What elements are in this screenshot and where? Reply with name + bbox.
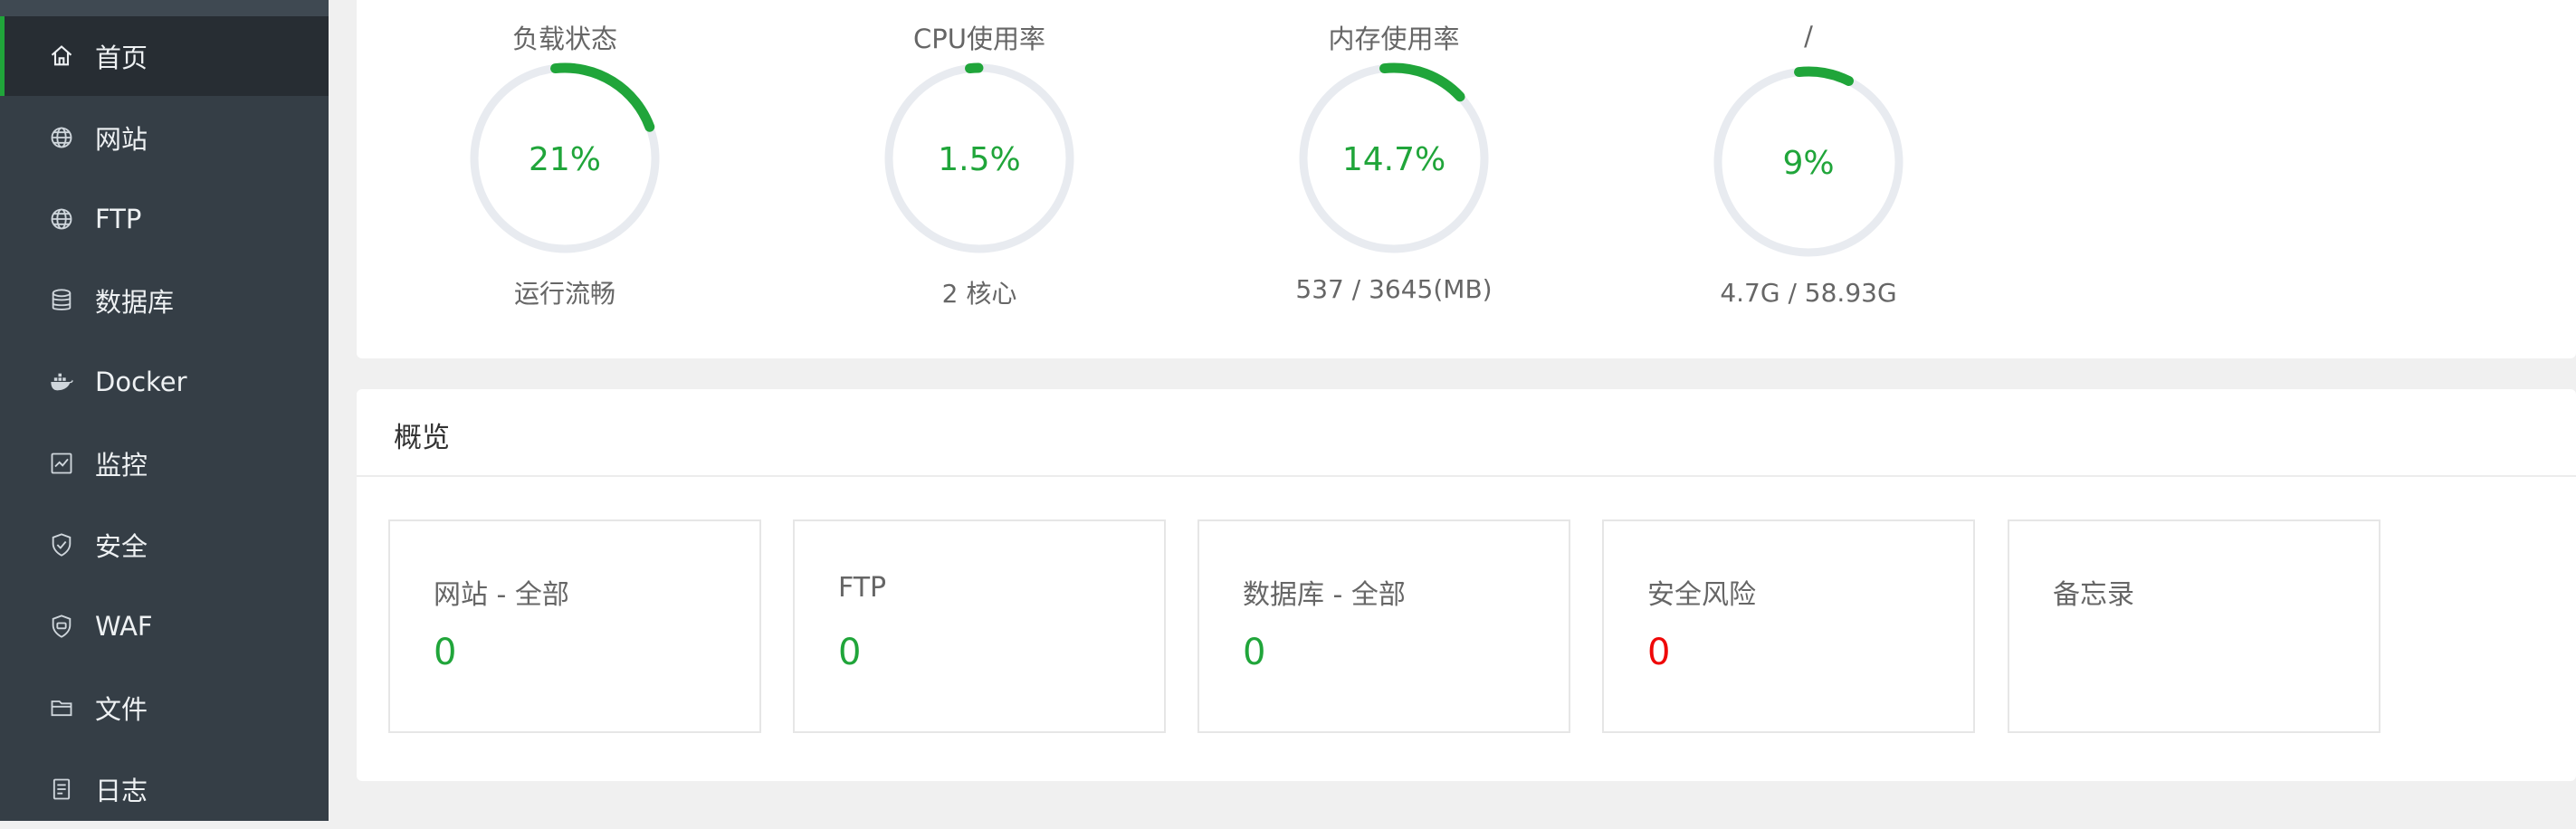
gauge-cpu[interactable]: CPU使用率 1.5% 2 核心 bbox=[871, 0, 1088, 326]
sidebar-item-label: 文件 bbox=[95, 694, 148, 725]
sidebar-item-waf[interactable]: WAF bbox=[0, 586, 329, 666]
database-icon bbox=[49, 288, 74, 313]
folder-icon bbox=[49, 695, 74, 720]
shield-icon bbox=[49, 532, 74, 557]
sidebar-item-label: 数据库 bbox=[95, 287, 175, 318]
sidebar-item-security[interactable]: 安全 bbox=[0, 505, 329, 585]
overview-box-memo[interactable]: 备忘录 bbox=[2008, 519, 2380, 733]
sidebar-item-label: 日志 bbox=[95, 776, 148, 806]
gauge-disk-root[interactable]: / 9% 4.7G / 58.93G bbox=[1700, 0, 1917, 326]
gauge-subtitle: 537 / 3645(MB) bbox=[1295, 274, 1493, 304]
sidebar-item-database[interactable]: 数据库 bbox=[0, 261, 329, 340]
sidebar-item-label: WAF bbox=[95, 611, 153, 642]
gauge-ring: 14.7% bbox=[1298, 62, 1490, 254]
gauge-memory[interactable]: 内存使用率 14.7% 537 / 3645(MB) bbox=[1285, 0, 1503, 326]
overview-box-value: 0 bbox=[434, 632, 457, 673]
gauge-subtitle: 运行流畅 bbox=[513, 279, 615, 309]
gauge-title: 负载状态 bbox=[511, 24, 617, 54]
sidebar-item-label: Docker bbox=[95, 367, 187, 397]
sidebar-item-ftp[interactable]: FTP bbox=[0, 179, 329, 259]
overview-box-label: FTP bbox=[838, 572, 887, 604]
overview-box-ftp[interactable]: FTP 0 bbox=[793, 519, 1166, 733]
overview-header: 概览 bbox=[357, 389, 2576, 477]
gauge-ring: 21% bbox=[469, 62, 661, 254]
sidebar-top-strip bbox=[0, 0, 329, 16]
sidebar-item-label: 监控 bbox=[95, 450, 148, 481]
globe-icon bbox=[49, 125, 74, 150]
overview-box-label: 数据库 - 全部 bbox=[1243, 579, 1406, 611]
gauge-title: CPU使用率 bbox=[913, 24, 1045, 54]
sidebar-item-docker[interactable]: Docker bbox=[0, 342, 329, 422]
sidebar-item-monitor[interactable]: 监控 bbox=[0, 424, 329, 503]
overview-box-value: 0 bbox=[1647, 632, 1671, 673]
gauge-subtitle: 4.7G / 58.93G bbox=[1720, 278, 1897, 308]
home-icon bbox=[49, 43, 74, 69]
sidebar-item-label: 网站 bbox=[95, 124, 148, 155]
overview-card: 概览 网站 - 全部 0 FTP 0 数据库 - 全部 0 安全风险 0 备忘录 bbox=[357, 389, 2576, 781]
gauge-ring: 9% bbox=[1713, 66, 1904, 258]
sidebar-item-website[interactable]: 网站 bbox=[0, 98, 329, 177]
gauge-title: 内存使用率 bbox=[1328, 24, 1460, 54]
sidebar-item-label: 首页 bbox=[95, 43, 148, 73]
overview-box-databases[interactable]: 数据库 - 全部 0 bbox=[1197, 519, 1570, 733]
overview-box-label: 安全风险 bbox=[1647, 579, 1756, 611]
overview-box-value: 0 bbox=[1243, 632, 1266, 673]
gauge-value: 9% bbox=[1782, 145, 1834, 182]
sidebar-item-label: FTP bbox=[95, 204, 142, 234]
docker-icon bbox=[49, 369, 74, 395]
sidebar-item-label: 安全 bbox=[95, 531, 148, 562]
overview-box-websites[interactable]: 网站 - 全部 0 bbox=[388, 519, 761, 733]
sidebar-item-logs[interactable]: 日志 bbox=[0, 749, 329, 829]
sidebar-item-home[interactable]: 首页 bbox=[0, 16, 329, 96]
gauge-ring: 1.5% bbox=[883, 62, 1075, 254]
waf-shield-icon bbox=[49, 614, 74, 639]
gauge-subtitle: 2 核心 bbox=[941, 279, 1017, 309]
gauge-value: 14.7% bbox=[1342, 141, 1445, 178]
overview-title: 概览 bbox=[394, 422, 450, 454]
log-icon bbox=[49, 777, 74, 802]
gauge-title: / bbox=[1804, 21, 1813, 52]
overview-box-security-risk[interactable]: 安全风险 0 bbox=[1602, 519, 1975, 733]
overview-box-value: 0 bbox=[838, 632, 862, 673]
gauge-load[interactable]: 负载状态 21% 运行流畅 bbox=[456, 0, 673, 326]
ftp-globe-icon bbox=[49, 206, 74, 232]
overview-box-label: 网站 - 全部 bbox=[434, 579, 569, 611]
monitor-icon bbox=[49, 451, 74, 476]
gauge-value: 21% bbox=[529, 141, 601, 178]
sidebar-item-files[interactable]: 文件 bbox=[0, 668, 329, 748]
overview-box-label: 备忘录 bbox=[2053, 579, 2134, 611]
gauge-value: 1.5% bbox=[938, 141, 1020, 178]
sidebar: 首页 网站 FTP 数据库 Docker 监控 安全 WAF 文件 日志 bbox=[0, 0, 329, 821]
